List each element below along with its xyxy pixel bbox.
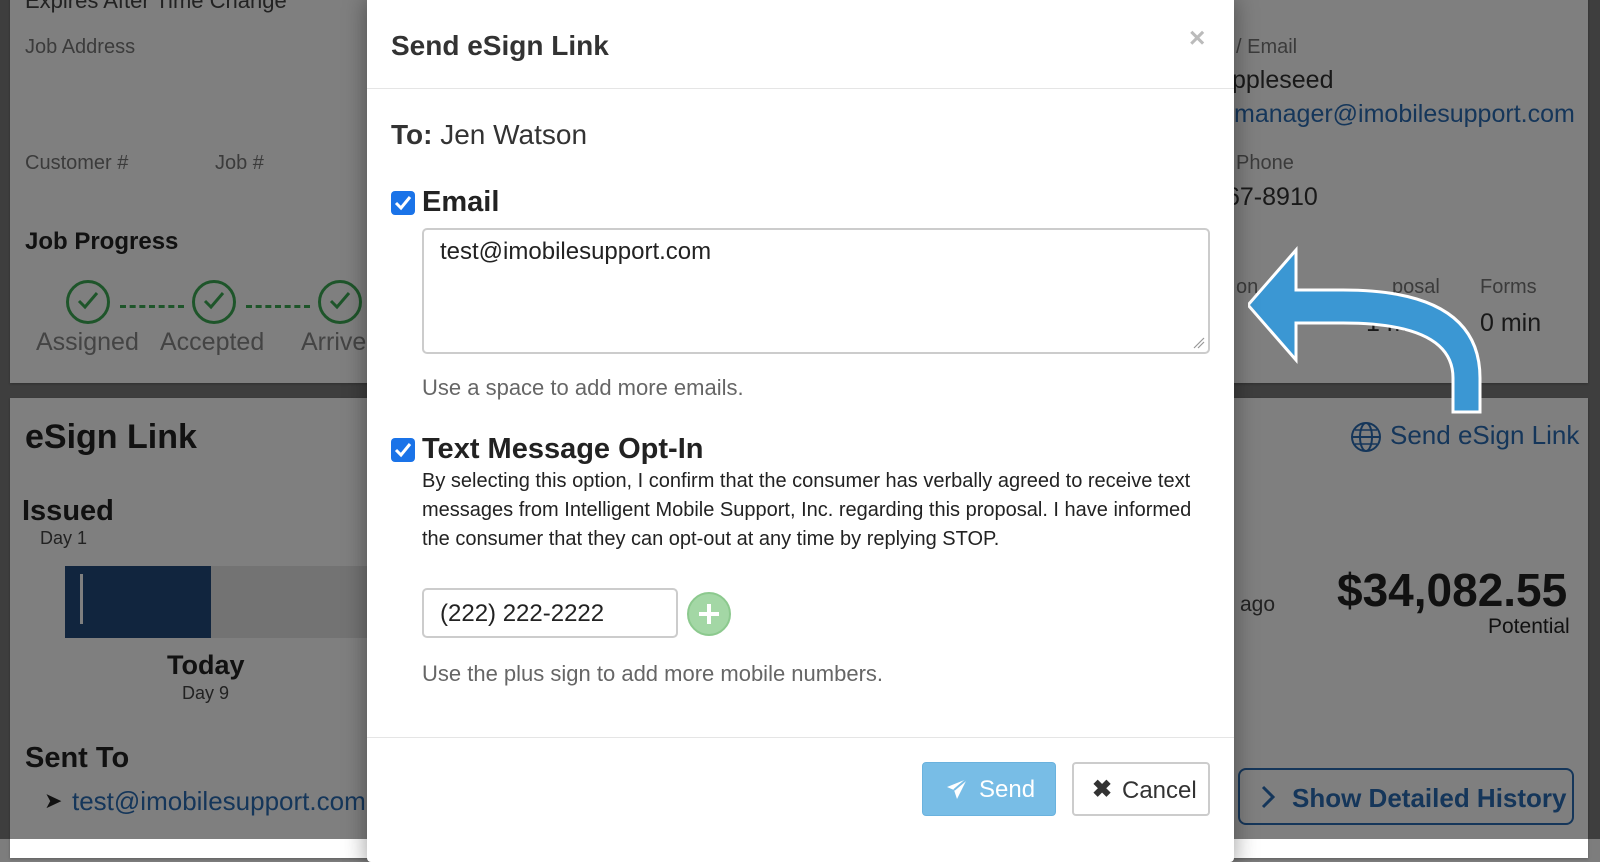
sms-help-text: Use the plus sign to add more mobile num… <box>422 661 884 686</box>
recipient-line: To: Jen Watson <box>391 119 587 151</box>
resize-grip-icon[interactable] <box>1193 337 1205 349</box>
email-help-text: Use a space to add more emails. <box>422 375 744 400</box>
email-value: test@imobilesupport.com <box>440 238 712 265</box>
cancel-button-label: Cancel <box>1122 777 1197 804</box>
modal-header: Send eSign Link × <box>367 0 1234 89</box>
modal-footer-divider <box>367 737 1234 738</box>
mobile-number-field[interactable]: (222) 222-2222 <box>422 588 678 638</box>
x-icon: ✖ <box>1092 776 1113 803</box>
add-number-button[interactable] <box>687 592 731 636</box>
send-button[interactable]: Send <box>922 762 1056 816</box>
send-button-label: Send <box>979 776 1036 803</box>
curved-arrow-icon <box>1248 246 1482 414</box>
email-recipients-field[interactable]: test@imobilesupport.com <box>422 228 1210 354</box>
modal-title: Send eSign Link <box>391 30 609 61</box>
sms-optin-checkbox[interactable] <box>391 438 415 462</box>
sms-section-label: Text Message Opt-In <box>422 433 704 465</box>
close-icon[interactable]: × <box>1189 22 1205 54</box>
send-esign-modal: Send eSign Link × To: Jen Watson Email t… <box>367 0 1234 862</box>
sms-consent-text: By selecting this option, I confirm that… <box>422 470 1192 550</box>
email-checkbox[interactable] <box>391 191 415 215</box>
mobile-number-value: (222) 222-2222 <box>440 600 605 627</box>
paper-plane-icon <box>945 777 969 808</box>
recipient-name: Jen Watson <box>440 119 588 150</box>
email-section-label: Email <box>422 186 500 218</box>
cancel-button[interactable]: ✖ Cancel <box>1072 762 1210 816</box>
to-label: To: <box>391 119 433 150</box>
